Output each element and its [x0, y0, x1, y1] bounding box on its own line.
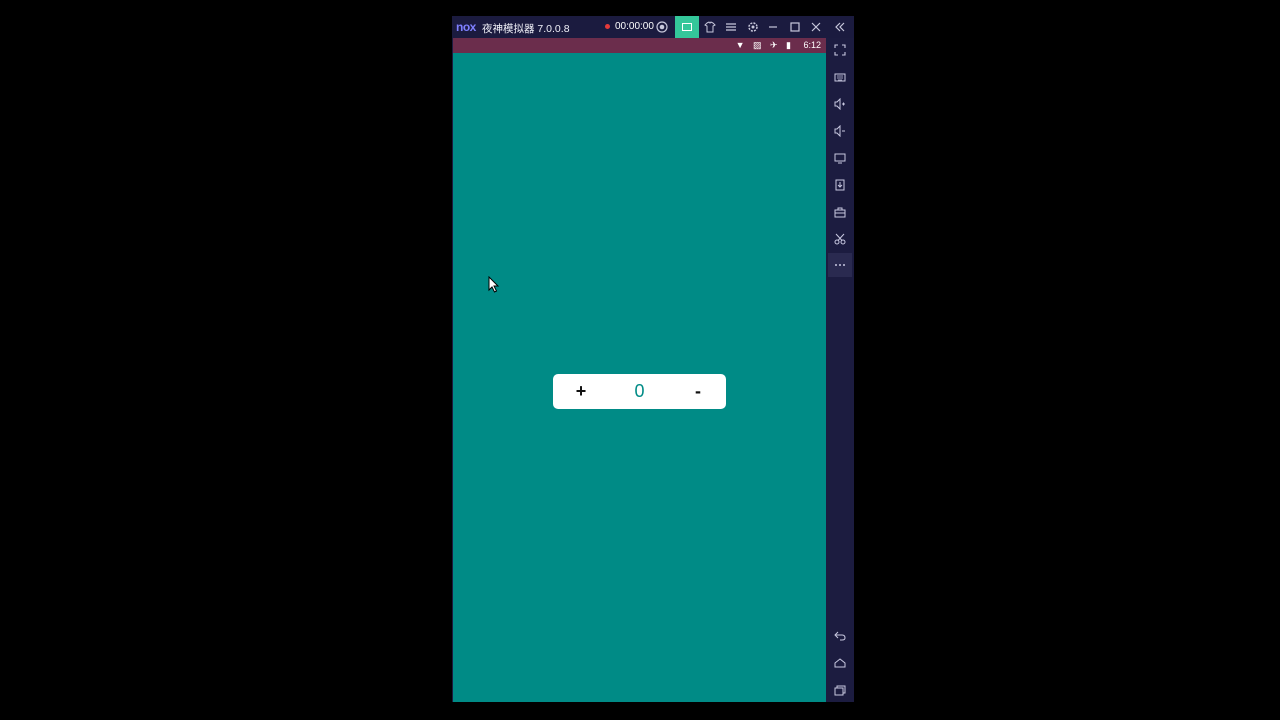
nox-logo: nox — [456, 20, 476, 34]
decrement-button[interactable]: - — [670, 374, 726, 409]
emulator-window: nox 夜神模拟器 7.0.0.8 00:00:00 ▼ ▨ ✈ ▮ 6:12 … — [452, 16, 854, 702]
record-indicator-icon — [605, 24, 610, 29]
volume-up-icon[interactable] — [828, 92, 852, 116]
increment-button[interactable]: + — [553, 374, 609, 409]
menu-icon[interactable] — [723, 19, 739, 35]
window-title: 夜神模拟器 7.0.0.8 — [482, 23, 570, 35]
volume-down-icon[interactable] — [828, 119, 852, 143]
status-clock: 6:12 — [803, 40, 821, 50]
collapse-icon[interactable] — [832, 19, 848, 35]
screen-icon[interactable] — [828, 146, 852, 170]
recent-apps-icon[interactable] — [828, 678, 852, 702]
counter-value: 0 — [634, 381, 645, 401]
close-icon[interactable] — [808, 19, 824, 35]
settings-icon[interactable] — [745, 19, 761, 35]
status-icons: ▼ ▨ ✈ ▮ — [735, 40, 794, 50]
android-status-bar: ▼ ▨ ✈ ▮ 6:12 — [453, 38, 826, 53]
title-bar: nox 夜神模拟器 7.0.0.8 00:00:00 — [452, 16, 854, 38]
record-stop-icon[interactable] — [654, 19, 670, 35]
toolbox-icon[interactable] — [828, 200, 852, 224]
shirt-icon[interactable] — [702, 19, 718, 35]
more-icon[interactable] — [828, 253, 852, 277]
fullscreen-icon[interactable] — [828, 38, 852, 62]
apk-install-icon[interactable] — [828, 173, 852, 197]
emulator-sidebar — [826, 38, 854, 702]
home-icon[interactable] — [828, 651, 852, 675]
counter-stepper: + 0 - — [553, 374, 726, 409]
minimize-icon[interactable] — [765, 19, 781, 35]
record-timer: 00:00:00 — [615, 21, 654, 32]
keyboard-icon[interactable] — [828, 65, 852, 89]
maximize-icon[interactable] — [787, 19, 803, 35]
android-screen: ▼ ▨ ✈ ▮ 6:12 + 0 - — [453, 38, 826, 702]
scissors-icon[interactable] — [828, 227, 852, 251]
back-icon[interactable] — [828, 624, 852, 648]
multi-window-icon[interactable] — [675, 16, 699, 38]
